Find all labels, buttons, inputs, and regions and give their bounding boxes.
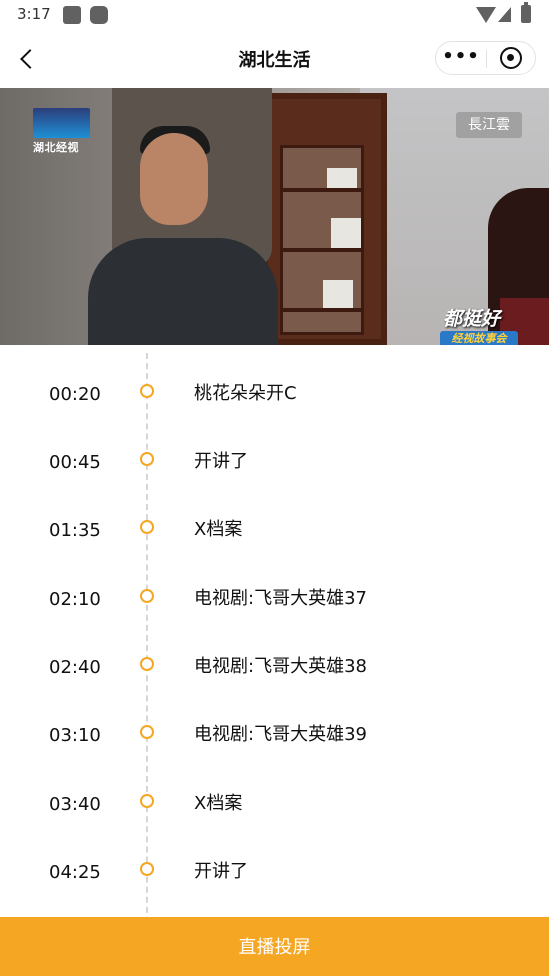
battery-icon [521,2,531,23]
schedule-time: 00:45 [49,452,101,473]
timeline-dot-icon [140,657,154,671]
channel-logo-icon [33,108,90,138]
mini-program-capsule: ••• [435,41,536,75]
schedule-title: 电视剧:飞哥大英雄38 [194,656,367,677]
timeline-dot-icon [140,725,154,739]
schedule-title: 开讲了 [194,861,248,882]
schedule-item[interactable]: 04:25 开讲了 [0,823,549,891]
schedule-item[interactable]: 03:40 X档案 [0,755,549,823]
schedule-time: 02:10 [49,589,101,610]
show-logo: 都挺好 [443,308,501,330]
schedule-item[interactable]: 00:20 桃花朵朵开C [0,345,549,413]
schedule-title: X档案 [194,519,243,540]
schedule-time: 02:40 [49,657,101,678]
schedule-time: 03:40 [49,794,101,815]
close-mini-program-icon[interactable] [487,42,535,74]
schedule-title: 桃花朵朵开C [194,383,297,404]
signal-icon [498,7,511,22]
timeline-dot-icon [140,862,154,876]
timeline-dot-icon [140,589,154,603]
timeline-dot-icon [140,452,154,466]
status-time: 3:17 [17,5,51,23]
status-bar: 3:17 [0,0,549,30]
schedule-title: 开讲了 [194,451,248,472]
channel-logo-text: 湖北经视 [33,141,79,154]
schedule-item[interactable]: 02:40 电视剧:飞哥大英雄38 [0,618,549,686]
timeline-dot-icon [140,520,154,534]
program-schedule: 00:20 桃花朵朵开C 00:45 开讲了 01:35 X档案 02:10 电… [0,345,549,917]
schedule-title: 电视剧:飞哥大英雄37 [194,588,367,609]
schedule-item[interactable]: 00:45 开讲了 [0,413,549,481]
notification-icon [63,6,81,24]
wifi-icon [476,7,496,23]
schedule-time: 03:10 [49,725,101,746]
schedule-title: 电视剧:飞哥大英雄39 [194,724,367,745]
notification-icon [90,6,108,24]
live-video-player[interactable]: 湖北经视 長江雲 都挺好 经视故事会 [0,88,549,345]
timeline-dot-icon [140,794,154,808]
schedule-item[interactable]: 02:10 电视剧:飞哥大英雄37 [0,550,549,618]
timeline-dot-icon [140,384,154,398]
schedule-time: 00:20 [49,384,101,405]
more-icon[interactable]: ••• [436,42,486,74]
schedule-item[interactable]: 03:10 电视剧:飞哥大英雄39 [0,686,549,754]
nav-bar: 湖北生活 ••• [0,30,549,88]
watermark-logo: 長江雲 [456,112,522,138]
schedule-time: 01:35 [49,520,101,541]
schedule-title: X档案 [194,793,243,814]
schedule-item[interactable]: 01:35 X档案 [0,481,549,549]
video-scene-cabinet [262,93,387,345]
schedule-time: 04:25 [49,862,101,883]
cast-screen-button[interactable]: 直播投屏 [0,917,549,976]
show-badge: 经视故事会 [440,331,518,345]
